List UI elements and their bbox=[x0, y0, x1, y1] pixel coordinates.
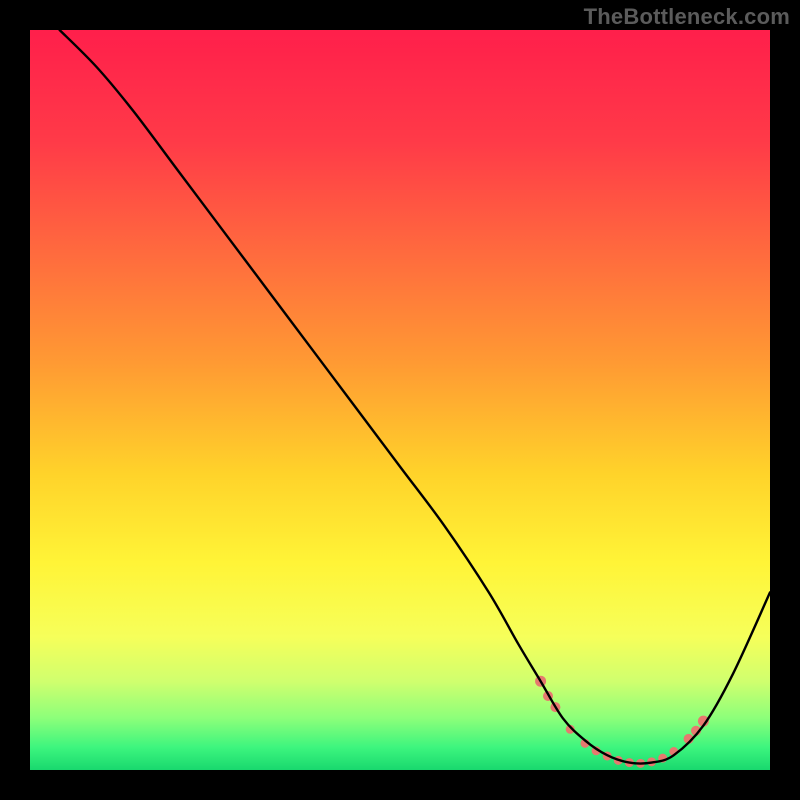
chart-svg bbox=[30, 30, 770, 770]
watermark-text: TheBottleneck.com bbox=[584, 4, 790, 30]
chart-frame: TheBottleneck.com bbox=[0, 0, 800, 800]
bottleneck-curve bbox=[60, 30, 770, 764]
marker-group bbox=[535, 676, 709, 768]
